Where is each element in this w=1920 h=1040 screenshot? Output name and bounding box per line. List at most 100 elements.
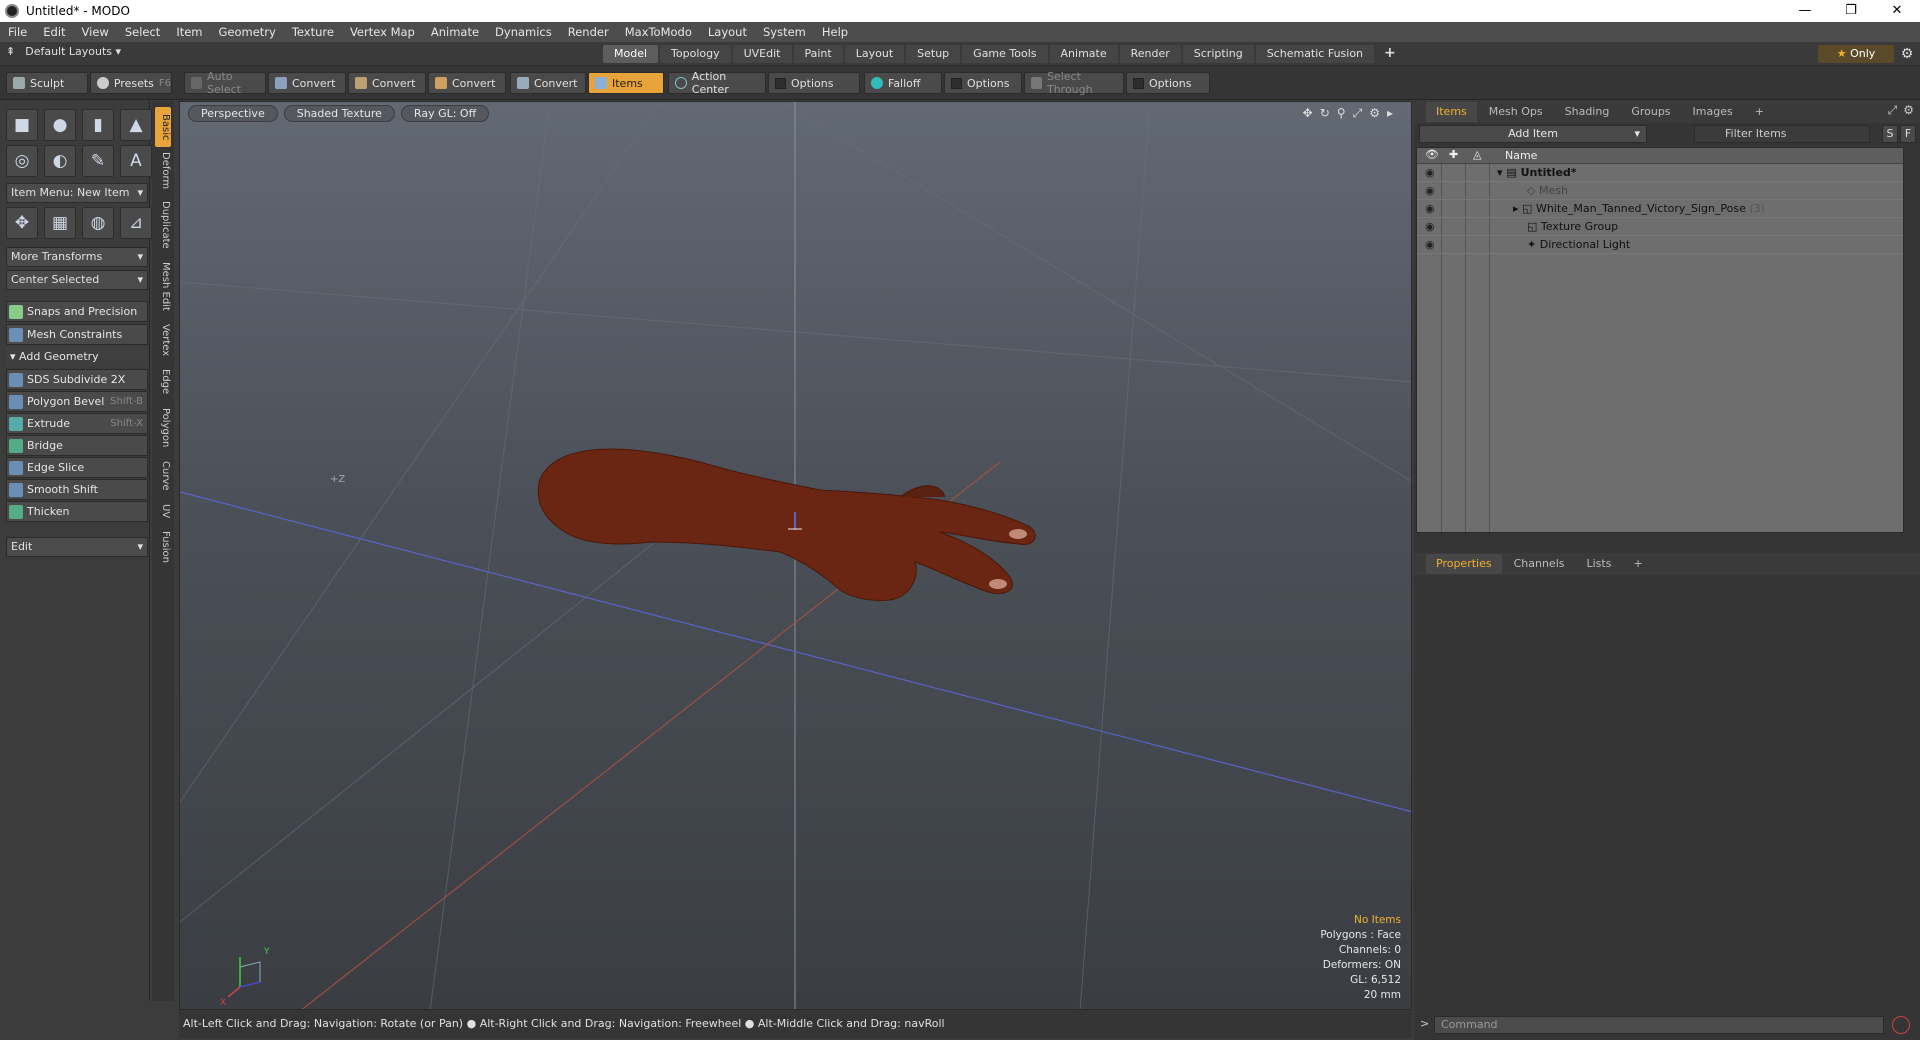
list-item[interactable]: ◉ ◇ Mesh — [1417, 182, 1903, 200]
tab-shading[interactable]: Shading — [1555, 102, 1620, 122]
only-toggle[interactable]: ★ Only — [1818, 45, 1894, 63]
checkbox[interactable] — [951, 77, 962, 89]
menu-vertex-map[interactable]: Vertex Map — [342, 25, 423, 39]
tab-properties[interactable]: Properties — [1426, 554, 1502, 574]
visibility-eye-icon[interactable]: ◉ — [1425, 202, 1437, 215]
vtab-vertex[interactable]: Vertex — [155, 319, 171, 361]
expand-icon[interactable]: ⤢ — [1888, 103, 1898, 118]
vtab-uv[interactable]: UV — [155, 499, 171, 523]
move-view-icon[interactable]: ✥ — [1303, 106, 1313, 121]
torus-icon[interactable]: ◎ — [6, 145, 38, 177]
sculpt-button[interactable]: Sculpt — [6, 72, 88, 94]
add-item-dropdown[interactable]: Add Item ▾ — [1419, 125, 1647, 143]
vtab-polygon[interactable]: Polygon — [155, 403, 171, 453]
convert-polygon-button[interactable]: Convert — [428, 72, 506, 94]
viewport-menu-arrow-icon[interactable]: ▸ — [1387, 106, 1393, 121]
vtab-basic[interactable]: Basic — [155, 107, 171, 147]
ray-gl-button[interactable]: Ray GL: Off — [400, 105, 490, 122]
rotate-view-icon[interactable]: ↻ — [1320, 106, 1330, 121]
minimize-button[interactable]: — — [1782, 0, 1828, 22]
gear-icon[interactable]: ⚙ — [1897, 44, 1917, 64]
vtab-duplicate[interactable]: Duplicate — [155, 197, 171, 253]
menu-geometry[interactable]: Geometry — [211, 25, 284, 39]
default-layouts-dropdown[interactable]: Default Layouts ▾ — [25, 45, 121, 58]
menu-help[interactable]: Help — [814, 25, 856, 39]
tab-mesh-ops[interactable]: Mesh Ops — [1479, 102, 1553, 122]
maximize-view-icon[interactable]: ⤢ — [1353, 106, 1363, 121]
cylinder-icon[interactable]: ▮ — [82, 109, 114, 141]
tab-game-tools[interactable]: Game Tools — [962, 45, 1048, 63]
layout-arrow-icon[interactable]: ⇞ — [6, 45, 15, 58]
checkbox[interactable] — [1133, 77, 1144, 89]
menu-system[interactable]: System — [755, 25, 814, 39]
tab-schematic-fusion[interactable]: Schematic Fusion — [1255, 45, 1375, 63]
tab-items[interactable]: Items — [1426, 102, 1477, 122]
tab-layout[interactable]: Layout — [844, 45, 905, 63]
options-button-3[interactable]: Options — [1126, 72, 1210, 94]
filter-f-button[interactable]: F — [1900, 125, 1916, 143]
filter-s-button[interactable]: S — [1882, 125, 1898, 143]
filter-items-input[interactable]: Filter Items — [1694, 125, 1870, 143]
visibility-eye-icon[interactable]: ◉ — [1425, 166, 1437, 179]
menu-view[interactable]: View — [74, 25, 117, 39]
zoom-icon[interactable]: ⚲ — [1337, 106, 1346, 121]
vtab-curve[interactable]: Curve — [155, 457, 171, 495]
polygon-bevel-button[interactable]: Polygon Bevel Shift-B — [6, 391, 148, 412]
command-input[interactable]: Command — [1434, 1016, 1884, 1034]
tab-channels[interactable]: Channels — [1504, 554, 1575, 574]
text-icon[interactable]: A — [120, 145, 152, 177]
tab-lists[interactable]: Lists — [1577, 554, 1622, 574]
tab-uvedit[interactable]: UVEdit — [732, 45, 792, 63]
3d-viewport[interactable]: +Z Y X Perspective Shaded Texture Ray GL… — [179, 101, 1412, 1010]
globe-icon[interactable]: ◍ — [82, 207, 114, 239]
tab-topology[interactable]: Topology — [660, 45, 731, 63]
pen-icon[interactable]: ✎ — [82, 145, 114, 177]
cube-icon[interactable]: ■ — [6, 109, 38, 141]
add-tab-button[interactable]: + — [1376, 45, 1404, 63]
options-button-1[interactable]: Options — [768, 72, 860, 94]
transform-icon[interactable]: ✥ — [6, 207, 38, 239]
vtab-fusion[interactable]: Fusion — [155, 527, 171, 567]
capsule-icon[interactable]: ◐ — [44, 145, 76, 177]
expand-arrow-icon[interactable]: ▸ — [1513, 202, 1519, 215]
presets-button[interactable]: Presets F6 — [90, 72, 172, 94]
snaps-precision-button[interactable]: Snaps and Precision — [6, 301, 148, 322]
visibility-eye-icon[interactable]: ◉ — [1425, 184, 1437, 197]
list-item[interactable]: ◉ ▾ ▤ Untitled* — [1417, 164, 1903, 182]
scale-icon[interactable]: ⊿ — [120, 207, 152, 239]
tab-groups[interactable]: Groups — [1621, 102, 1680, 122]
menu-file[interactable]: File — [0, 25, 35, 39]
tab-render[interactable]: Render — [1119, 45, 1181, 63]
menu-texture[interactable]: Texture — [284, 25, 342, 39]
maximize-button[interactable]: ❐ — [1828, 0, 1874, 22]
vtab-edge[interactable]: Edge — [155, 365, 171, 399]
cone-icon[interactable]: ▲ — [120, 109, 152, 141]
mesh-constraints-button[interactable]: Mesh Constraints — [6, 324, 148, 345]
sphere-icon[interactable]: ● — [44, 109, 76, 141]
edge-slice-button[interactable]: Edge Slice — [6, 457, 148, 478]
add-geometry-header[interactable]: ▾ Add Geometry — [6, 347, 148, 367]
list-item[interactable]: ◉ ✦ Directional Light — [1417, 236, 1903, 254]
action-center-button[interactable]: Action Center — [668, 70, 766, 96]
tab-model[interactable]: Model — [603, 45, 659, 63]
convert-vertex-button[interactable]: Convert — [268, 72, 346, 94]
menu-select[interactable]: Select — [117, 25, 168, 39]
menu-layout[interactable]: Layout — [700, 25, 755, 39]
bridge-button[interactable]: Bridge — [6, 435, 148, 456]
sds-subdivide-button[interactable]: SDS Subdivide 2X — [6, 369, 148, 390]
tab-images[interactable]: Images — [1683, 102, 1743, 122]
list-item[interactable]: ◉ ◱ Texture Group — [1417, 218, 1903, 236]
extrude-button[interactable]: Extrude Shift-X — [6, 413, 148, 434]
visibility-eye-icon[interactable]: ◉ — [1425, 220, 1437, 233]
item-menu-dropdown[interactable]: Item Menu: New Item — [6, 183, 148, 203]
menu-dynamics[interactable]: Dynamics — [487, 25, 560, 39]
center-selected-dropdown[interactable]: Center Selected — [6, 270, 148, 290]
vtab-mesh-edit[interactable]: Mesh Edit — [155, 257, 171, 315]
tab-paint[interactable]: Paint — [793, 45, 843, 63]
convert-items-button[interactable]: Convert — [510, 72, 586, 94]
add-panel-tab-button[interactable]: + — [1623, 554, 1652, 574]
smooth-shift-button[interactable]: Smooth Shift — [6, 479, 148, 500]
vtab-deform[interactable]: Deform — [155, 149, 171, 193]
more-transforms-dropdown[interactable]: More Transforms — [6, 247, 148, 267]
auto-select-button[interactable]: Auto Select — [184, 70, 266, 96]
